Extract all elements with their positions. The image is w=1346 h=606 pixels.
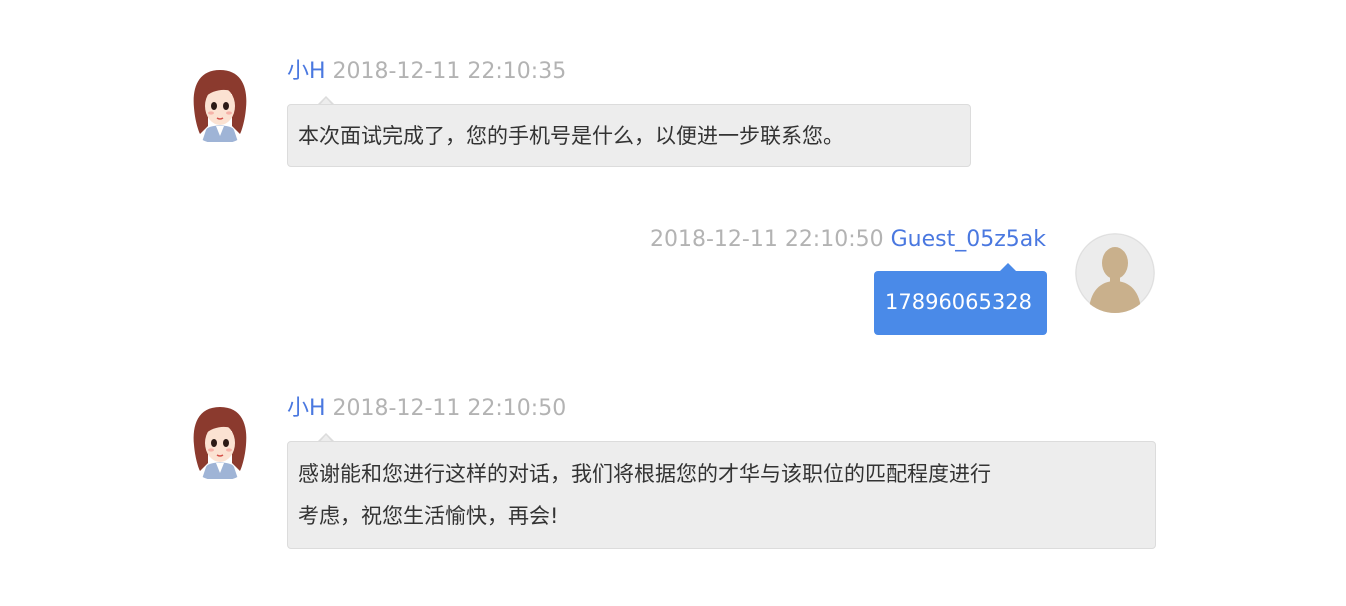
sender-name[interactable]: 小H: [287, 396, 326, 421]
message-text-line: 感谢能和您进行这样的对话，我们将根据您的才华与该职位的匹配程度进行: [298, 462, 991, 486]
message-header: 小H 2018-12-11 22:10:50: [287, 395, 566, 423]
message-timestamp: 2018-12-11 22:10:50: [332, 396, 567, 421]
chat-message-incoming: 小H 2018-12-11 22:10:50 感谢能和您进行这样的对话，我们将根…: [0, 0, 1346, 560]
message-text-line: 考虑，祝您生活愉快，再会!: [298, 504, 559, 528]
agent-avatar[interactable]: [180, 401, 260, 481]
cartoon-woman-avatar-icon: [180, 401, 260, 481]
chat-thread: 小H 2018-12-11 22:10:35 本次面试完成了，您的手机号是什么，…: [0, 0, 1346, 606]
message-bubble: 感谢能和您进行这样的对话，我们将根据您的才华与该职位的匹配程度进行 考虑，祝您生…: [287, 441, 1156, 549]
